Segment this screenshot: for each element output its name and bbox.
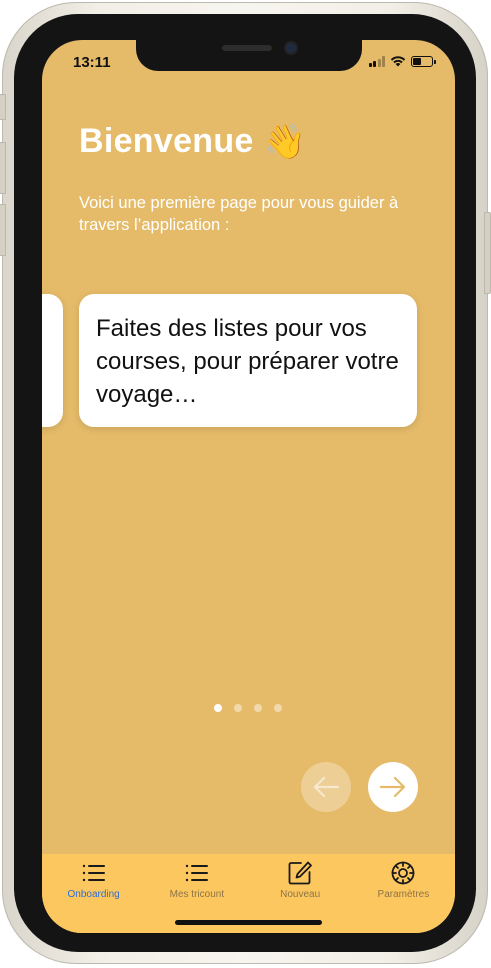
- page-subtitle: Voici une première page pour vous guider…: [79, 194, 399, 234]
- volume-down-button: [0, 204, 6, 256]
- previous-button[interactable]: [301, 762, 351, 812]
- page-dot[interactable]: [254, 704, 262, 712]
- phone-frame: 13:11 Bienvenue 👋 Voici une première pag…: [0, 2, 491, 964]
- mute-switch: [0, 94, 6, 120]
- page-dot[interactable]: [274, 704, 282, 712]
- status-time: 13:11: [73, 54, 111, 71]
- status-icons: [368, 55, 436, 67]
- card-text: Faites des listes pour vos courses, pour…: [96, 315, 399, 408]
- gear-icon: [391, 861, 415, 885]
- side-button: [484, 212, 491, 294]
- app-screen: 13:11 Bienvenue 👋 Voici une première pag…: [42, 40, 455, 933]
- tab-label: Onboarding: [67, 889, 120, 900]
- compose-icon: [288, 861, 313, 885]
- list-icon: [185, 864, 208, 882]
- home-indicator[interactable]: [175, 920, 322, 925]
- battery-icon: [411, 55, 436, 67]
- page-dot[interactable]: [234, 704, 242, 712]
- camera-icon: [286, 43, 296, 53]
- onboarding-card[interactable]: Faites des listes pour vos courses, pour…: [79, 294, 417, 427]
- page-title: Bienvenue 👋: [79, 122, 306, 161]
- page-indicator[interactable]: [214, 704, 282, 712]
- tab-label: Mes tricount: [169, 889, 225, 900]
- arrow-right-icon: [379, 776, 406, 798]
- next-button[interactable]: [368, 762, 418, 812]
- arrow-left-icon: [313, 776, 340, 798]
- tab-parametres[interactable]: Paramètres: [352, 854, 455, 933]
- notch: [136, 40, 362, 71]
- tab-label: Paramètres: [377, 889, 430, 900]
- wifi-icon: [390, 56, 406, 67]
- speaker-grille: [222, 45, 272, 51]
- waving-hand-icon: 👋: [263, 122, 307, 161]
- volume-up-button: [0, 142, 6, 194]
- previous-card[interactable]: [42, 294, 63, 427]
- page-dot[interactable]: [214, 704, 222, 712]
- list-icon: [82, 864, 105, 882]
- tab-onboarding[interactable]: Onboarding: [42, 854, 145, 933]
- tab-label: Nouveau: [280, 889, 321, 900]
- title-text: Bienvenue: [79, 122, 254, 160]
- signal-icon: [368, 55, 385, 67]
